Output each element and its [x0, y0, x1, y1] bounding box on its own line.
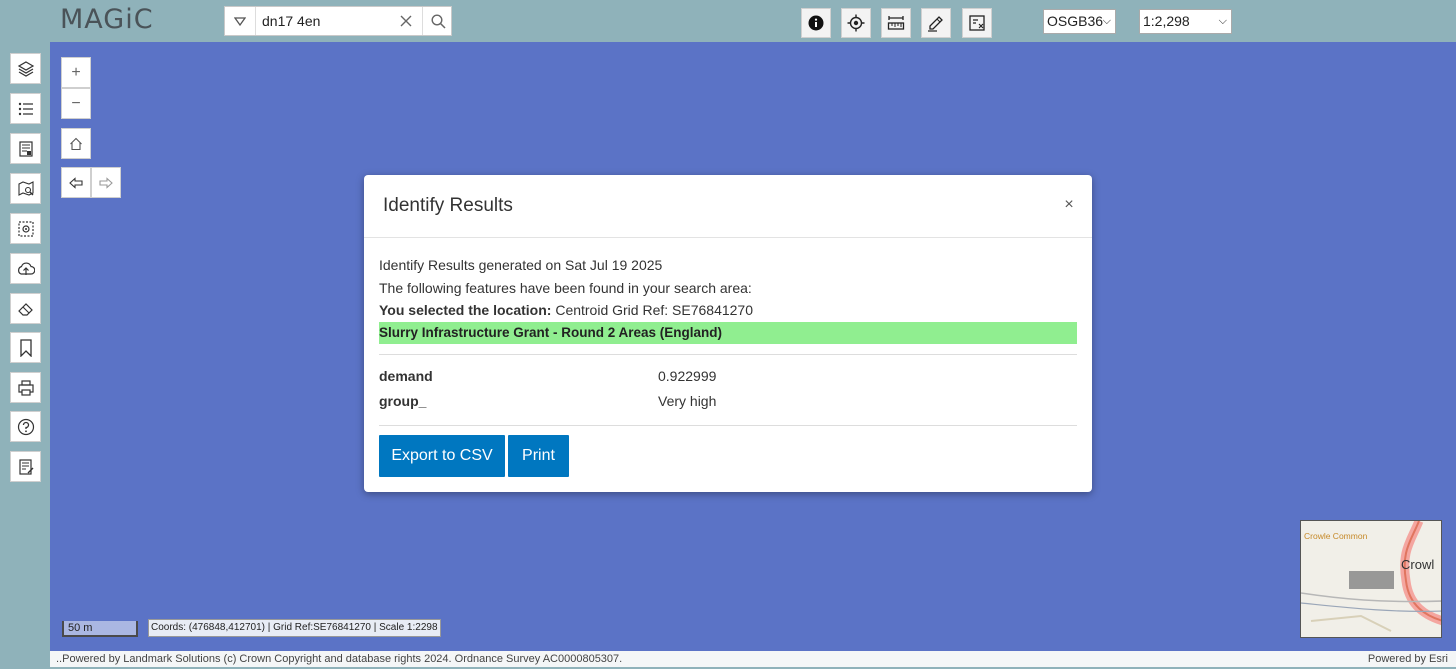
overview-map-graphic: Crowle Common Crowl: [1301, 521, 1441, 637]
bookmark-icon: [19, 338, 32, 357]
top-toolbar: MAGiC dn17 4en OSGB36 ⌵ 1:2,298 ⌵: [0, 0, 1456, 42]
selected-location-label: You selected the location:: [379, 302, 552, 318]
locate-tool-button[interactable]: [841, 8, 871, 38]
map-tools-button[interactable]: [962, 8, 992, 38]
identify-results-dialog: Identify Results × Identify Results gene…: [364, 175, 1092, 492]
sidebar-item-upload[interactable]: [10, 253, 41, 284]
print-results-button[interactable]: Print: [508, 435, 569, 477]
attribute-value: Very high: [658, 393, 717, 409]
sidebar-item-search-map[interactable]: [10, 173, 41, 204]
triangle-down-icon: [234, 16, 246, 26]
arrow-right-icon: [99, 176, 113, 189]
dialog-close-button[interactable]: ×: [1062, 197, 1076, 213]
next-extent-button[interactable]: [91, 167, 121, 198]
overview-map[interactable]: Crowle Common Crowl: [1300, 520, 1442, 638]
zoom-out-button[interactable]: −: [61, 88, 91, 119]
identify-map-icon: [17, 220, 34, 237]
zoom-in-button[interactable]: +: [61, 57, 91, 88]
home-icon: [70, 137, 82, 150]
map-scale-bar: 50 m: [62, 621, 138, 637]
identify-tool-button[interactable]: [801, 8, 831, 38]
coordinates-readout: Coords: (476848,412701) | Grid Ref:SE768…: [148, 619, 441, 637]
clear-search-button[interactable]: [395, 11, 417, 31]
coordinate-system-value: OSGB36: [1047, 13, 1104, 29]
search-input[interactable]: dn17 4en: [262, 13, 320, 29]
generated-text: Identify Results generated on Sat Jul 19…: [379, 257, 663, 273]
search-map-icon: [17, 180, 34, 196]
search-box: dn17 4en: [224, 6, 452, 36]
attribution-text: ..Powered by Landmark Solutions (c) Crow…: [56, 653, 623, 665]
measure-tool-button[interactable]: [881, 8, 911, 38]
coordinate-system-select[interactable]: OSGB36 ⌵: [1043, 9, 1116, 34]
selected-location-value: Centroid Grid Ref: SE76841270: [551, 302, 754, 318]
legend-list-icon: [18, 102, 33, 115]
attribution-footer: ..Powered by Landmark Solutions (c) Crow…: [50, 651, 1456, 667]
help-icon: [17, 418, 34, 435]
layer-name: Slurry Infrastructure Grant - Round 2 Ar…: [379, 325, 723, 340]
layers-icon: [17, 60, 34, 77]
arrow-left-icon: [69, 176, 83, 189]
selected-location: You selected the location: Centroid Grid…: [379, 302, 753, 318]
dialog-title: Identify Results: [383, 195, 513, 216]
sidebar-item-print[interactable]: [10, 372, 41, 403]
draw-tool-button[interactable]: [921, 8, 951, 38]
search-button[interactable]: [422, 7, 453, 35]
erase-icon: [17, 302, 33, 316]
divider: [379, 354, 1077, 355]
map-tools-icon: [969, 15, 985, 31]
left-sidebar: [0, 42, 50, 669]
sidebar-item-layers[interactable]: [10, 53, 41, 84]
report-icon: [18, 458, 33, 475]
dialog-header: Identify Results ×: [364, 175, 1092, 238]
divider: [379, 425, 1077, 426]
home-extent-button[interactable]: [61, 128, 91, 159]
sidebar-item-help[interactable]: [10, 411, 41, 442]
sidebar-item-report[interactable]: [10, 451, 41, 482]
search-options-dropdown[interactable]: [225, 7, 256, 35]
overview-label-common: Crowle Common: [1304, 531, 1368, 541]
sidebar-item-identify-map[interactable]: [10, 213, 41, 244]
features-found-text: The following features have been found i…: [379, 280, 752, 296]
info-icon: [808, 15, 824, 31]
overview-label-town: Crowl: [1401, 557, 1434, 572]
attribute-name: group_: [379, 393, 427, 409]
chevron-down-icon: ⌵: [1218, 15, 1227, 27]
scale-bar-label: 50 m: [68, 622, 93, 634]
attribute-name: demand: [379, 368, 433, 384]
draw-icon: [928, 16, 943, 32]
sidebar-item-catalogue[interactable]: [10, 133, 41, 164]
sidebar-item-erase[interactable]: [10, 293, 41, 324]
powered-by-text[interactable]: Powered by Esri: [1368, 651, 1448, 667]
export-csv-button[interactable]: Export to CSV: [379, 435, 505, 477]
map-layers-catalogue-icon: [18, 140, 33, 157]
search-icon: [430, 13, 446, 29]
scale-select[interactable]: 1:2,298 ⌵: [1139, 9, 1232, 34]
locate-icon: [847, 14, 865, 32]
layer-name-header: Slurry Infrastructure Grant - Round 2 Ar…: [379, 322, 1077, 344]
print-icon: [17, 379, 34, 396]
measure-icon: [887, 16, 905, 30]
close-icon: [400, 15, 412, 27]
upload-icon: [17, 262, 35, 275]
sidebar-item-legend[interactable]: [10, 93, 41, 124]
scale-value: 1:2,298: [1143, 13, 1190, 29]
attribute-value: 0.922999: [658, 368, 717, 384]
app-logo: MAGiC: [60, 4, 154, 35]
chevron-down-icon: ⌵: [1102, 15, 1111, 27]
previous-extent-button[interactable]: [61, 167, 91, 198]
sidebar-item-bookmarks[interactable]: [10, 332, 41, 363]
